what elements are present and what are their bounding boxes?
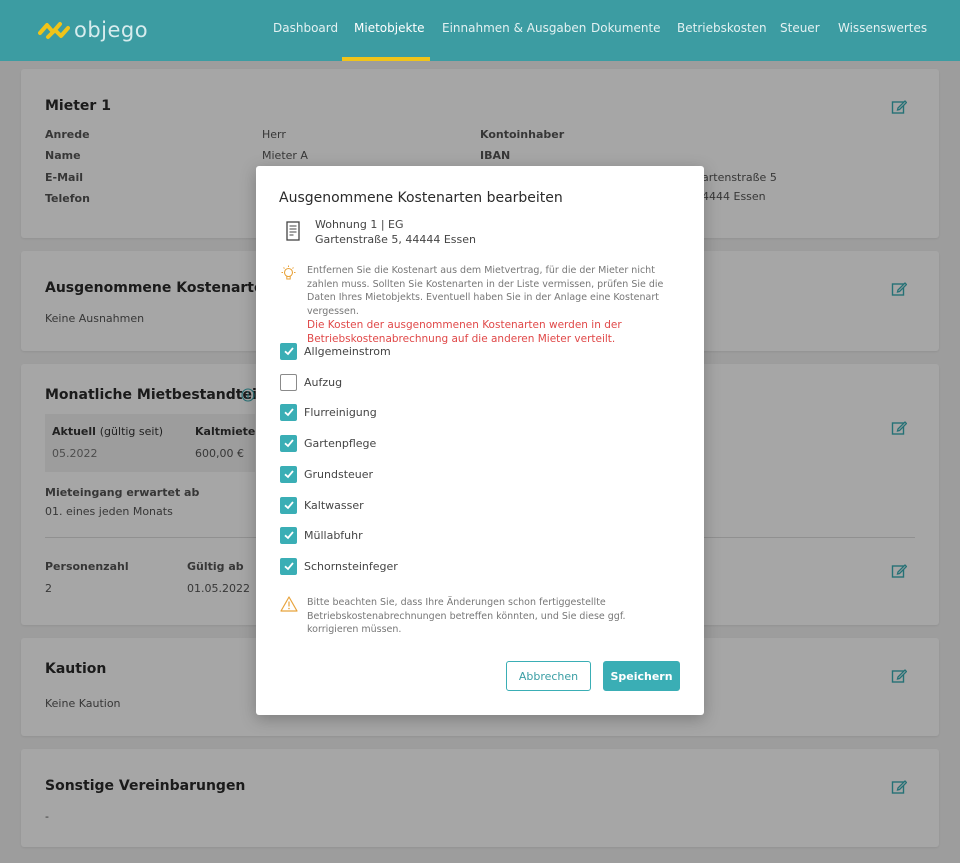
- lightbulb-icon: [281, 265, 296, 280]
- property-address: Gartenstraße 5, 44444 Essen: [315, 233, 476, 246]
- warning-icon: [280, 596, 298, 612]
- nav-wissenswertes[interactable]: Wissenswertes: [838, 21, 927, 35]
- checkbox-checked[interactable]: [280, 434, 297, 452]
- nav-einnahmen-ausgaben[interactable]: Einnahmen & Ausgaben: [442, 21, 586, 35]
- checkbox-allgemeinstrom[interactable]: Allgemeinstrom: [280, 342, 391, 360]
- checkbox-gartenpflege[interactable]: Gartenpflege: [280, 434, 376, 452]
- checkbox-aufzug[interactable]: Aufzug: [280, 373, 342, 391]
- top-navigation-bar: objego Dashboard Mietobjekte Einnahmen &…: [0, 0, 960, 61]
- checkbox-checked[interactable]: [280, 465, 297, 483]
- checkbox-label: Grundsteuer: [304, 467, 374, 481]
- checkbox-muellabfuhr[interactable]: Müllabfuhr: [280, 526, 363, 544]
- brand-logo[interactable]: objego: [38, 17, 148, 43]
- building-document-icon: [286, 221, 300, 241]
- checkbox-flurreinigung[interactable]: Flurreinigung: [280, 403, 377, 421]
- checkbox-checked[interactable]: [280, 526, 297, 544]
- logo-mark-icon: [38, 22, 70, 39]
- checkbox-kaltwasser[interactable]: Kaltwasser: [280, 496, 364, 514]
- checkmark-icon: [283, 562, 294, 571]
- nav-betriebskosten[interactable]: Betriebskosten: [677, 21, 767, 35]
- nav-mietobjekte[interactable]: Mietobjekte: [354, 21, 425, 35]
- checkmark-icon: [283, 408, 294, 417]
- info-hint: Entfernen Sie die Kostenart aus dem Miet…: [307, 264, 682, 346]
- checkbox-checked[interactable]: [280, 557, 297, 575]
- nav-dokumente[interactable]: Dokumente: [591, 21, 661, 35]
- nav-dashboard[interactable]: Dashboard: [273, 21, 338, 35]
- checkmark-icon: [283, 439, 294, 448]
- checkbox-unchecked[interactable]: [280, 373, 297, 391]
- checkbox-label: Kaltwasser: [304, 498, 364, 512]
- checkmark-icon: [283, 531, 294, 540]
- save-button[interactable]: Speichern: [603, 661, 680, 691]
- checkmark-icon: [283, 501, 294, 510]
- warning-text: Bitte beachten Sie, dass Ihre Änderungen…: [307, 597, 626, 635]
- checkbox-label: Schornsteinfeger: [304, 559, 398, 573]
- checkmark-icon: [283, 470, 294, 479]
- nav-steuer[interactable]: Steuer: [780, 21, 820, 35]
- checkmark-icon: [283, 347, 294, 356]
- brand-name: objego: [74, 18, 149, 42]
- checkbox-schornsteinfeger[interactable]: Schornsteinfeger: [280, 557, 398, 575]
- checkbox-grundsteuer[interactable]: Grundsteuer: [280, 465, 373, 483]
- checkbox-label: Flurreinigung: [304, 405, 377, 419]
- checkbox-checked[interactable]: [280, 403, 297, 421]
- modal-title: Ausgenommene Kostenarten bearbeiten: [279, 190, 563, 206]
- property-unit: Wohnung 1 | EG: [315, 218, 404, 231]
- checkbox-label: Gartenpflege: [304, 436, 377, 450]
- checkbox-label: Allgemeinstrom: [304, 344, 391, 358]
- hint-text: Entfernen Sie die Kostenart aus dem Miet…: [307, 265, 664, 317]
- checkbox-checked[interactable]: [280, 342, 297, 360]
- cancel-button[interactable]: Abbrechen: [506, 661, 591, 691]
- edit-excluded-costs-modal: Ausgenommene Kostenarten bearbeiten Wohn…: [256, 166, 704, 715]
- checkbox-checked[interactable]: [280, 496, 297, 514]
- checkbox-label: Aufzug: [304, 375, 343, 389]
- checkbox-label: Müllabfuhr: [304, 528, 363, 542]
